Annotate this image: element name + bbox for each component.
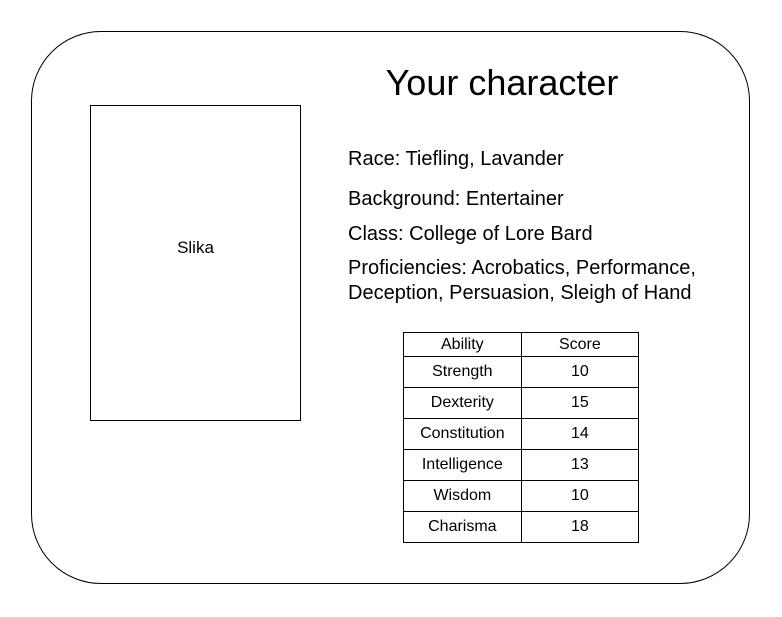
table-row: Wisdom 10	[403, 480, 640, 512]
class-text: Class: College of Lore Bard	[348, 223, 593, 245]
table-row: Intelligence 13	[403, 449, 640, 481]
background-text: Background: Entertainer	[348, 188, 564, 210]
ability-score: 18	[520, 511, 640, 543]
portrait-label: Slika	[177, 238, 214, 257]
ability-score: 15	[520, 387, 640, 419]
ability-name: Intelligence	[403, 449, 522, 481]
ability-name: Dexterity	[403, 387, 522, 419]
proficiencies-text-continued: Deception, Persuasion, Sleigh of Hand	[348, 282, 692, 304]
ability-name: Wisdom	[403, 480, 522, 512]
ability-score: 13	[520, 449, 640, 481]
ability-name: Constitution	[403, 418, 522, 450]
ability-name: Charisma	[403, 511, 522, 543]
table-row: Dexterity 15	[403, 387, 640, 419]
ability-score: 10	[520, 356, 640, 388]
character-portrait: Slika	[90, 105, 301, 421]
table-row: Strength 10	[403, 356, 640, 388]
ability-score: 14	[520, 418, 640, 450]
score-column-header: Score	[520, 332, 640, 357]
table-header-row: Ability Score	[403, 332, 640, 357]
table-row: Charisma 18	[403, 511, 640, 543]
page-title: Your character	[385, 62, 619, 103]
proficiencies-text: Proficiencies: Acrobatics, Performance,	[348, 257, 696, 279]
table-row: Constitution 14	[403, 418, 640, 450]
race-text: Race: Tiefling, Lavander	[348, 148, 564, 170]
ability-column-header: Ability	[403, 332, 522, 357]
ability-name: Strength	[403, 356, 522, 388]
ability-score-table: Ability Score Strength 10 Dexterity 15 C…	[403, 332, 640, 543]
ability-score: 10	[520, 480, 640, 512]
